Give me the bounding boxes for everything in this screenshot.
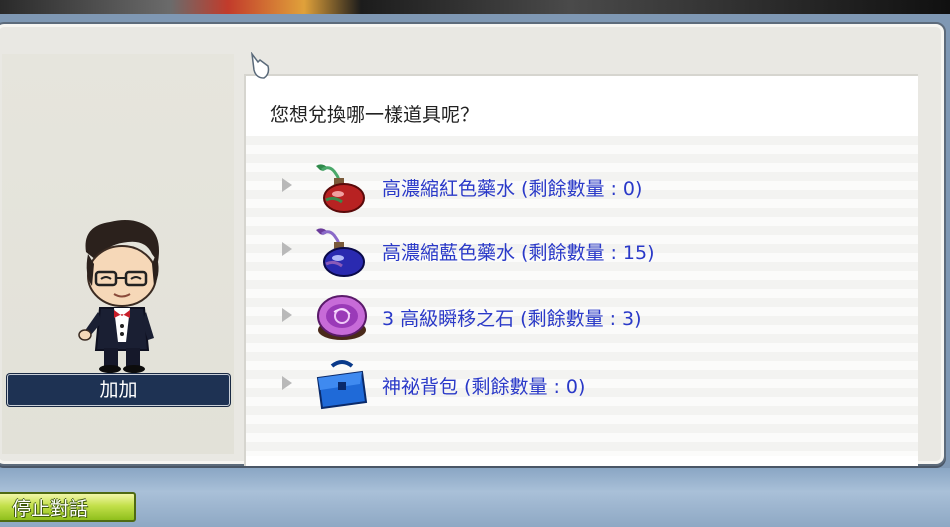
option-mystery-bag[interactable]: 神祕背包 (剩餘數量 : 0)	[282, 358, 882, 414]
option-teleport-stone[interactable]: 3 高級瞬移之石 (剩餘數量 : 3)	[282, 290, 882, 346]
option-arrow-icon	[282, 308, 292, 322]
game-scene-top	[0, 0, 950, 14]
npc-nameplate: 加加	[7, 374, 230, 406]
end-chat-button[interactable]: 停止對話	[0, 492, 136, 522]
mystery-bag-icon	[316, 360, 368, 410]
option-label[interactable]: 高濃縮藍色藥水 (剩餘數量 : 15)	[382, 238, 655, 265]
option-label[interactable]: 3 高級瞬移之石 (剩餘數量 : 3)	[382, 304, 642, 331]
npc-portrait-area: 加加	[2, 54, 234, 454]
red-potion-icon	[316, 164, 365, 213]
option-arrow-icon	[282, 178, 292, 192]
npc-character-icon	[78, 220, 159, 373]
blue-potion-icon	[316, 228, 365, 277]
dialog-content-panel: 您想兌換哪一樣道具呢？ 高濃縮紅色藥水 (剩餘數量 : 0) 高濃縮藍色藥水 (…	[244, 74, 918, 466]
teleport-stone-icon	[317, 295, 367, 340]
option-label[interactable]: 神祕背包 (剩餘數量 : 0)	[382, 372, 585, 399]
option-arrow-icon	[282, 376, 292, 390]
option-blue-potion[interactable]: 高濃縮藍色藥水 (剩餘數量 : 15)	[282, 224, 882, 280]
npc-dialog-window: 加加 您想兌換哪一樣道具呢？ 高濃縮紅色藥水 (剩餘數量 : 0) 高濃縮藍色藥…	[0, 22, 946, 466]
game-scene-bottom	[0, 468, 950, 527]
dialog-question: 您想兌換哪一樣道具呢？	[270, 104, 480, 126]
option-arrow-icon	[282, 242, 292, 256]
hand-cursor-icon	[250, 52, 270, 79]
option-red-potion[interactable]: 高濃縮紅色藥水 (剩餘數量 : 0)	[282, 160, 882, 216]
option-label[interactable]: 高濃縮紅色藥水 (剩餘數量 : 0)	[382, 174, 642, 201]
